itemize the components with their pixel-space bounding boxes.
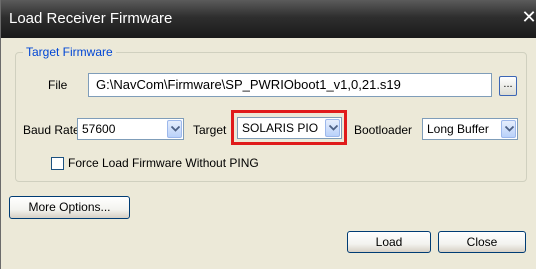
target-highlight-box (231, 110, 347, 145)
force-load-checkbox[interactable] (51, 157, 64, 170)
bootloader-combo[interactable]: Long Buffer (422, 118, 518, 140)
more-options-button[interactable]: More Options... (9, 196, 130, 219)
baud-rate-label: Baud Rate (23, 123, 80, 137)
target-label: Target (193, 123, 227, 137)
bootloader-label: Bootloader (354, 123, 413, 137)
chevron-down-icon[interactable] (501, 120, 516, 138)
target-firmware-legend: Target Firmware (23, 45, 116, 59)
bootloader-value: Long Buffer (427, 122, 489, 136)
baud-rate-value: 57600 (82, 122, 116, 136)
close-button[interactable]: Close (438, 231, 526, 253)
baud-rate-combo[interactable]: 57600 (77, 118, 184, 140)
chevron-down-icon[interactable] (167, 120, 182, 138)
close-icon[interactable]: ✕ (521, 6, 536, 28)
title-bar[interactable]: Load Receiver Firmware ✕ (1, 0, 536, 38)
load-firmware-dialog: Load Receiver Firmware ✕ Target Firmware… (0, 0, 536, 269)
browse-button[interactable]: ... (499, 76, 517, 96)
file-label: File (48, 78, 68, 92)
load-button[interactable]: Load (347, 231, 431, 253)
force-load-label[interactable]: Force Load Firmware Without PING (68, 156, 259, 170)
window-title: Load Receiver Firmware (9, 10, 173, 27)
file-path-field[interactable]: G:\NavCom\Firmware\SP_PWRIOboot1_v1,0,21… (88, 73, 492, 97)
